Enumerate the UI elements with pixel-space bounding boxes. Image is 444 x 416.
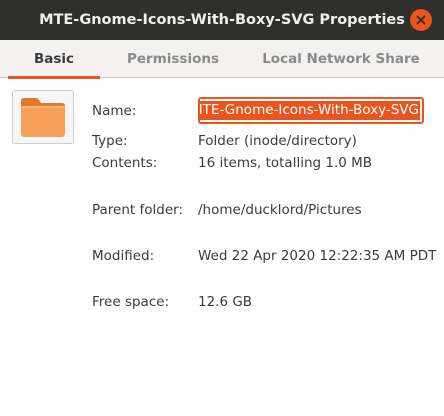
name-field[interactable]: MTE-Gnome-Icons-With-Boxy-SVG [198,97,424,124]
free-space-value: 12.6 GB [198,294,253,310]
free-space-label: Free space: [92,294,170,310]
title-bar: MTE-Gnome-Icons-With-Boxy-SVG Properties [0,0,444,40]
tab-permissions[interactable]: Permissions [100,40,246,78]
parent-folder-label: Parent folder: [92,202,184,218]
tab-bar: Basic Permissions Local Network Share [0,40,444,79]
name-label: Name: [92,103,137,119]
folder-icon [21,98,65,137]
parent-folder-value: /home/ducklord/Pictures [198,202,362,218]
contents-value: 16 items, totalling 1.0 MB [198,155,373,171]
name-field-text[interactable]: MTE-Gnome-Icons-With-Boxy-SVG [200,101,420,120]
close-button[interactable] [410,9,432,31]
close-icon [416,15,426,25]
window-title: MTE-Gnome-Icons-With-Boxy-SVG Properties [39,12,405,28]
modified-label: Modified: [92,248,155,264]
type-value: Folder (inode/directory) [198,133,357,149]
modified-value: Wed 22 Apr 2020 12:22:35 AM PDT [198,248,437,264]
tab-basic[interactable]: Basic [8,40,100,79]
tab-local-network-share[interactable]: Local Network Share [246,40,436,78]
folder-icon-button[interactable] [12,90,74,144]
type-label: Type: [92,133,128,149]
contents-label: Contents: [92,155,158,171]
